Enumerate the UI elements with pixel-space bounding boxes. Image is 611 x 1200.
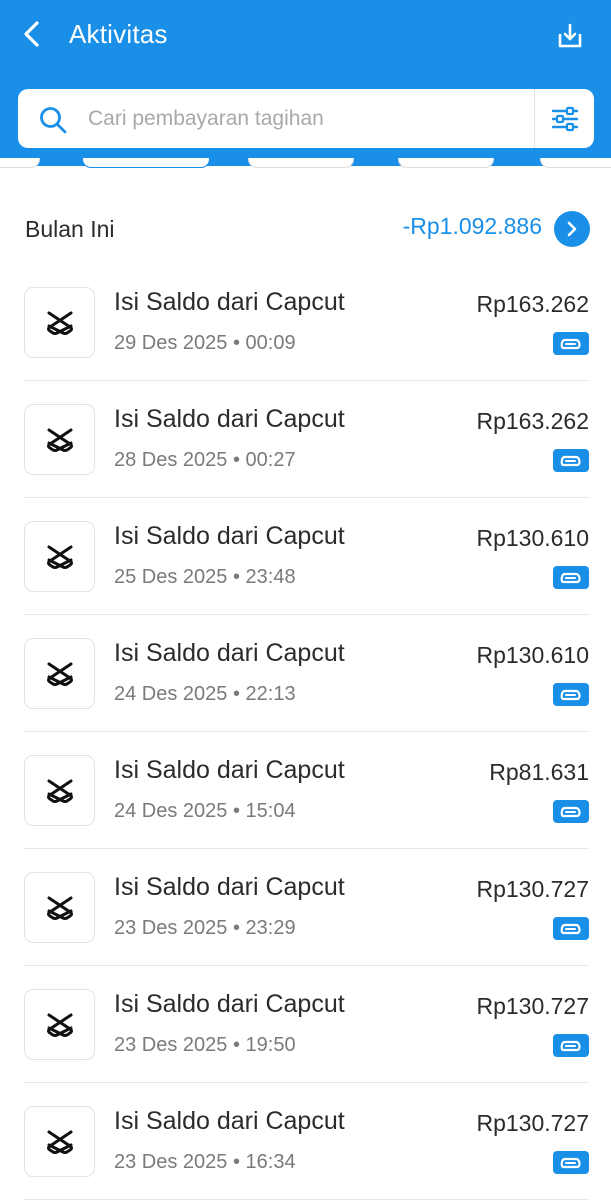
transaction-date: 23 Des 2025 • 16:34 (114, 1151, 296, 1173)
wallet-icon (553, 1034, 589, 1057)
transaction-row[interactable]: Isi Saldo dari Capcut 25 Des 2025 • 23:48… (0, 498, 611, 615)
transaction-date: 23 Des 2025 • 19:50 (114, 1034, 296, 1056)
back-button[interactable] (14, 16, 50, 52)
chevron-right-icon (567, 221, 577, 237)
transaction-row[interactable]: Isi Saldo dari Capcut 23 Des 2025 • 23:29… (0, 849, 611, 966)
transaction-title: Isi Saldo dari Capcut (114, 405, 345, 433)
transaction-row[interactable]: Isi Saldo dari Capcut 24 Des 2025 • 15:04… (0, 732, 611, 849)
transaction-row[interactable]: Isi Saldo dari Capcut 23 Des 2025 • 19:50… (0, 966, 611, 1083)
transaction-amount: Rp163.262 (476, 291, 589, 317)
transaction-amount: Rp130.610 (476, 525, 589, 551)
capcut-logo-icon (24, 287, 95, 358)
transaction-amount: Rp130.727 (476, 1110, 589, 1136)
wallet-icon (553, 566, 589, 589)
transaction-date: 29 Des 2025 • 00:09 (114, 332, 296, 354)
transaction-title: Isi Saldo dari Capcut (114, 990, 345, 1018)
capcut-logo-icon (24, 989, 95, 1060)
wallet-icon (553, 683, 589, 706)
transaction-title: Isi Saldo dari Capcut (114, 288, 345, 316)
wallet-icon (553, 1151, 589, 1174)
transaction-title: Isi Saldo dari Capcut (114, 756, 345, 784)
transaction-title: Isi Saldo dari Capcut (114, 873, 345, 901)
transaction-amount: Rp163.262 (476, 408, 589, 434)
wallet-icon (553, 332, 589, 355)
transaction-amount: Rp130.610 (476, 642, 589, 668)
transaction-list: Isi Saldo dari Capcut 29 Des 2025 • 00:09… (0, 264, 611, 1200)
period-total: -Rp1.092.886 (402, 213, 542, 239)
transaction-date: 24 Des 2025 • 15:04 (114, 800, 296, 822)
transaction-title: Isi Saldo dari Capcut (114, 639, 345, 667)
capcut-logo-icon (24, 638, 95, 709)
filter-chip-active[interactable] (82, 158, 210, 168)
transaction-row[interactable]: Isi Saldo dari Capcut 28 Des 2025 • 00:27… (0, 381, 611, 498)
wallet-icon (553, 917, 589, 940)
filter-chip[interactable] (0, 158, 40, 168)
page-title: Aktivitas (69, 19, 168, 49)
transaction-amount: Rp81.631 (489, 759, 589, 785)
filter-button[interactable] (535, 89, 594, 148)
transaction-row[interactable]: Isi Saldo dari Capcut 29 Des 2025 • 00:09… (0, 264, 611, 381)
filter-chip-strip (0, 158, 611, 172)
transaction-date: 23 Des 2025 • 23:29 (114, 917, 296, 939)
filter-chip[interactable] (398, 158, 494, 168)
capcut-logo-icon (24, 872, 95, 943)
search-input[interactable] (88, 99, 528, 139)
filter-chip[interactable] (248, 158, 354, 168)
download-icon (558, 23, 582, 48)
wallet-icon (553, 800, 589, 823)
capcut-logo-icon (24, 521, 95, 592)
transaction-date: 24 Des 2025 • 22:13 (114, 683, 296, 705)
capcut-logo-icon (24, 404, 95, 475)
transaction-title: Isi Saldo dari Capcut (114, 522, 345, 550)
transaction-date: 25 Des 2025 • 23:48 (114, 566, 296, 588)
transaction-row[interactable]: Isi Saldo dari Capcut 23 Des 2025 • 16:34… (0, 1083, 611, 1200)
filter-chip[interactable] (540, 158, 611, 168)
chevron-left-icon (24, 21, 39, 47)
filter-sliders-icon (551, 106, 578, 131)
wallet-icon (553, 449, 589, 472)
transaction-date: 28 Des 2025 • 00:27 (114, 449, 296, 471)
download-button[interactable] (550, 16, 590, 56)
transaction-amount: Rp130.727 (476, 876, 589, 902)
transaction-amount: Rp130.727 (476, 993, 589, 1019)
capcut-logo-icon (24, 1106, 95, 1177)
app-header: Aktivitas (0, 0, 611, 166)
period-detail-button[interactable] (554, 211, 590, 247)
transaction-row[interactable]: Isi Saldo dari Capcut 24 Des 2025 • 22:13… (0, 615, 611, 732)
period-label: Bulan Ini (25, 216, 115, 242)
search-bar (18, 89, 594, 148)
capcut-logo-icon (24, 755, 95, 826)
search-icon (40, 107, 67, 134)
transaction-title: Isi Saldo dari Capcut (114, 1107, 345, 1135)
